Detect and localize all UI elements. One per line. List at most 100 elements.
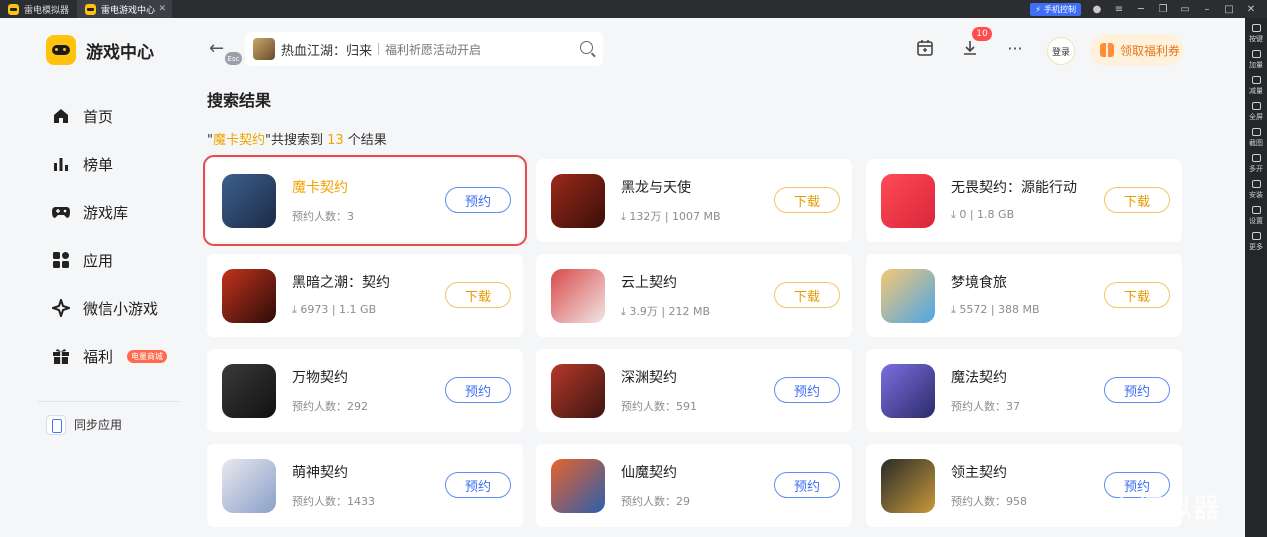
sidebar-item-home[interactable]: 首页 — [51, 92, 191, 140]
phone-control-button[interactable]: ⚡ 手机控制 — [1030, 2, 1081, 16]
app-icon[interactable] — [551, 174, 605, 228]
reserve-button[interactable]: 预约 — [774, 377, 840, 403]
toolbar-settings[interactable]: 设置 — [1249, 204, 1263, 230]
toolbar-volume-down[interactable]: 减量 — [1249, 74, 1263, 100]
sidebar-item-rankings[interactable]: 榜单 — [51, 140, 191, 188]
app-card[interactable]: 无畏契约：源能行动 ⤓ 0 | 1.8 GB 下载 — [866, 159, 1182, 242]
app-card[interactable]: 黑暗之潮：契约 ⤓ 6973 | 1.1 GB 下载 — [207, 254, 523, 337]
app-name[interactable]: 深渊契约 — [621, 367, 677, 387]
toolbar-multi-instance[interactable]: 多开 — [1249, 152, 1263, 178]
reserve-button[interactable]: 预约 — [445, 377, 511, 403]
app-name[interactable]: 梦境食旅 — [951, 272, 1007, 292]
toolbar-fullscreen[interactable]: 全屏 — [1249, 100, 1263, 126]
reserve-button[interactable]: 预约 — [445, 187, 511, 213]
restore-window-icon[interactable]: ❐ — [1157, 4, 1169, 15]
app-name[interactable]: 黑暗之潮：契约 — [292, 272, 390, 292]
toolbar-label: 减量 — [1249, 87, 1263, 95]
gift-icon — [51, 346, 71, 366]
minimize-window-icon[interactable]: ─ — [1135, 4, 1147, 15]
app-name[interactable]: 仙魔契约 — [621, 462, 677, 482]
reserve-button[interactable]: 预约 — [1104, 377, 1170, 403]
download-button[interactable]: 下载 — [1104, 187, 1170, 213]
phone-sync-icon — [46, 414, 66, 435]
sidebar-toggle-icon[interactable]: ▭ — [1179, 4, 1191, 15]
close-window-icon[interactable]: ✕ — [1245, 4, 1257, 15]
app-card[interactable]: 黑龙与天使 ⤓ 132万 | 1007 MB 下载 — [536, 159, 852, 242]
app-icon[interactable] — [881, 459, 935, 513]
app-meta: 预约人数：3 — [292, 210, 354, 223]
login-button[interactable]: 登录 — [1047, 37, 1075, 65]
user-icon[interactable]: ● — [1091, 4, 1103, 15]
app-icon[interactable] — [222, 364, 276, 418]
app-card[interactable]: 魔卡契约预约人数：3 预约 — [203, 155, 527, 246]
sidebar-item-apps[interactable]: 应用 — [51, 236, 191, 284]
app-icon[interactable] — [881, 269, 935, 323]
close-tab-icon[interactable]: ✕ — [158, 4, 166, 14]
app-card[interactable]: 仙魔契约 预约人数：29 预约 — [536, 444, 852, 527]
tab-label: 雷电游戏中心 — [101, 5, 156, 16]
app-icon[interactable] — [222, 269, 276, 323]
app-name[interactable]: 魔法契约 — [951, 367, 1007, 387]
app-name[interactable]: 万物契约 — [292, 367, 348, 387]
sidebar-item-welfare[interactable]: 福利 电量商城 — [51, 332, 191, 380]
sidebar-item-wechat-minigames[interactable]: 微信小游戏 — [51, 284, 191, 332]
reserve-button[interactable]: 预约 — [445, 472, 511, 498]
app-icon[interactable] — [551, 364, 605, 418]
toolbar-more[interactable]: 更多 — [1249, 230, 1263, 256]
more-options-icon[interactable]: ··· — [1003, 36, 1027, 60]
toolbar-screenshot[interactable]: 截图 — [1249, 126, 1263, 152]
app-icon[interactable] — [551, 459, 605, 513]
app-name[interactable]: 领主契约 — [951, 462, 1007, 482]
app-meta: ⤓ 5572 | 388 MB — [951, 303, 1040, 316]
sidebar-item-game-library[interactable]: 游戏库 — [51, 188, 191, 236]
toolbar-volume-up[interactable]: 加量 — [1249, 48, 1263, 74]
app-icon[interactable] — [881, 364, 935, 418]
toolbar-label: 多开 — [1249, 165, 1263, 173]
download-icon[interactable]: 10 — [958, 27, 992, 60]
app-card[interactable]: 万物契约 预约人数：292 预约 — [207, 349, 523, 432]
apps-icon — [51, 250, 71, 270]
app-card[interactable]: 魔法契约 预约人数：37 预约 — [866, 349, 1182, 432]
app-card[interactable]: 深渊契约 预约人数：591 预约 — [536, 349, 852, 432]
download-button[interactable]: 下载 — [774, 282, 840, 308]
brand-name: 游戏中心 — [86, 42, 154, 63]
sidebar-item-label: 榜单 — [83, 155, 114, 174]
app-icon[interactable] — [881, 174, 935, 228]
emulator-toolbar: 按键 加量 减量 全屏 截图 多开 安装 设置 更多 — [1245, 18, 1267, 537]
search-icon[interactable] — [580, 41, 593, 54]
app-icon[interactable] — [222, 174, 276, 228]
sync-apps-button[interactable]: 同步应用 — [38, 401, 180, 447]
app-name[interactable]: 萌神契约 — [292, 462, 348, 482]
toolbar-keymap[interactable]: 按键 — [1249, 22, 1263, 48]
calendar-icon[interactable] — [913, 36, 937, 60]
back-arrow-icon[interactable]: ← — [209, 38, 224, 59]
app-meta: ⤓ 3.9万 | 212 MB — [621, 305, 711, 318]
home-icon — [51, 106, 71, 126]
app-icon[interactable] — [551, 269, 605, 323]
menu-icon[interactable]: ≡ — [1113, 4, 1125, 15]
tab-game-center[interactable]: 雷电游戏中心 ✕ — [77, 0, 173, 18]
toolbar-install[interactable]: 安装 — [1249, 178, 1263, 204]
claim-coupon-button[interactable]: 领取福利券 — [1090, 34, 1184, 66]
app-card[interactable]: 云上契约 ⤓ 3.9万 | 212 MB 下载 — [536, 254, 852, 337]
search-summary: "魔卡契约"共搜索到 13 个结果 — [207, 129, 387, 148]
toolbar-label: 加量 — [1249, 61, 1263, 69]
download-button[interactable]: 下载 — [774, 187, 840, 213]
app-name[interactable]: 魔卡契约 — [292, 177, 348, 197]
maximize-icon[interactable]: □ — [1223, 4, 1235, 15]
app-card[interactable]: 梦境食旅 ⤓ 5572 | 388 MB 下载 — [866, 254, 1182, 337]
download-button[interactable]: 下载 — [1104, 282, 1170, 308]
search-bar[interactable]: 热血江湖：归来 福利祈愿活动开启 — [245, 32, 603, 66]
app-card[interactable]: 萌神契约 预约人数：1433 预约 — [207, 444, 523, 527]
app-name[interactable]: 云上契约 — [621, 272, 677, 292]
minimize-icon[interactable]: – — [1201, 4, 1213, 15]
app-icon[interactable] — [222, 459, 276, 513]
app-name[interactable]: 无畏契约：源能行动 — [951, 177, 1077, 197]
sidebar-item-label: 游戏库 — [83, 203, 129, 222]
download-button[interactable]: 下载 — [445, 282, 511, 308]
toolbar-label: 按键 — [1249, 35, 1263, 43]
result-count: 13 — [327, 133, 344, 148]
reserve-button[interactable]: 预约 — [774, 472, 840, 498]
tab-emulator[interactable]: 雷电模拟器 — [0, 0, 77, 18]
app-name[interactable]: 黑龙与天使 — [621, 177, 691, 197]
